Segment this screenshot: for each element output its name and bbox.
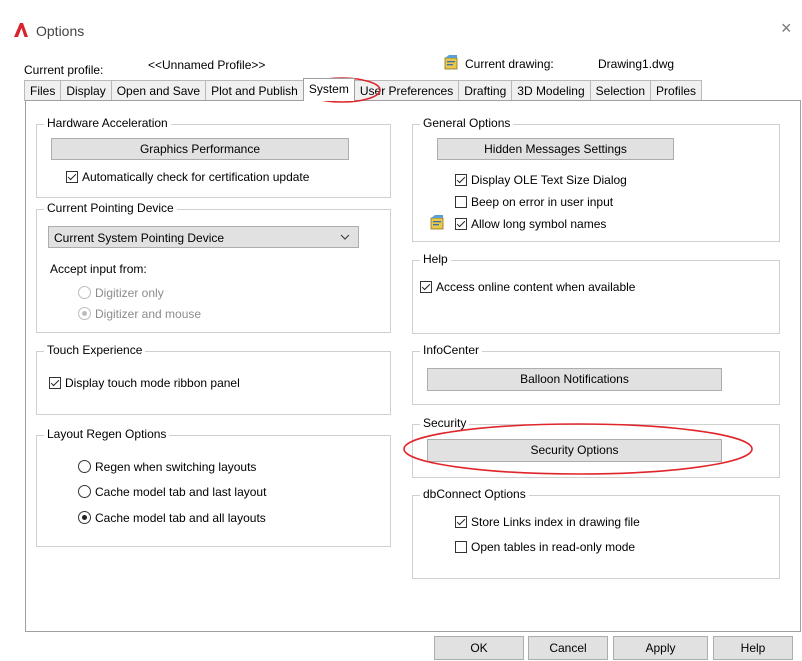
cache-all-layouts-radio[interactable] (78, 511, 91, 524)
auto-check-certification-label: Automatically check for certification up… (82, 170, 310, 184)
general-options-title: General Options (420, 116, 514, 130)
tab-plot-and-publish[interactable]: Plot and Publish (205, 80, 304, 101)
cache-last-layout-label: Cache model tab and last layout (95, 485, 267, 499)
close-icon[interactable]: × (781, 19, 792, 37)
hardware-acceleration-group (36, 124, 391, 198)
auto-check-certification-checkbox[interactable] (66, 171, 78, 183)
digitizer-and-mouse-label: Digitizer and mouse (95, 307, 202, 321)
touch-ribbon-label: Display touch mode ribbon panel (65, 376, 240, 390)
cache-all-layouts-label: Cache model tab and all layouts (95, 511, 266, 525)
tab-strip: Files Display Open and Save Plot and Pub… (24, 78, 703, 101)
security-options-button[interactable]: Security Options (427, 439, 722, 462)
regen-switching-label: Regen when switching layouts (95, 460, 257, 474)
tab-user-preferences[interactable]: User Preferences (353, 80, 460, 101)
long-symbol-names-label: Allow long symbol names (471, 217, 607, 231)
digitizer-only-label: Digitizer only (95, 286, 164, 300)
current-profile-label: Current profile: (24, 63, 104, 77)
pointing-device-title: Current Pointing Device (44, 201, 177, 215)
tab-display[interactable]: Display (60, 80, 112, 101)
tab-3d-modeling[interactable]: 3D Modeling (511, 80, 591, 101)
apply-button[interactable]: Apply (613, 636, 708, 660)
layout-regen-title: Layout Regen Options (44, 427, 170, 441)
read-only-tables-label: Open tables in read-only mode (471, 540, 636, 554)
tab-drafting[interactable]: Drafting (458, 80, 513, 101)
ok-button[interactable]: OK (434, 636, 524, 660)
cancel-button[interactable]: Cancel (528, 636, 608, 660)
drawing-file-icon (430, 215, 444, 230)
dbconnect-group (412, 495, 780, 579)
cache-last-layout-radio[interactable] (78, 485, 91, 498)
help-title: Help (420, 252, 451, 266)
store-links-checkbox[interactable] (455, 516, 467, 528)
hardware-acceleration-title: Hardware Acceleration (44, 116, 171, 130)
tab-selection[interactable]: Selection (589, 80, 652, 101)
help-button[interactable]: Help (713, 636, 793, 660)
display-ole-checkbox[interactable] (455, 174, 467, 186)
digitizer-and-mouse-radio[interactable] (78, 307, 91, 320)
touch-ribbon-checkbox[interactable] (49, 377, 61, 389)
online-content-checkbox[interactable] (420, 281, 432, 293)
drawing-file-icon (444, 55, 458, 70)
touch-experience-title: Touch Experience (44, 343, 146, 357)
current-drawing-label: Current drawing: (465, 57, 554, 71)
hidden-messages-button[interactable]: Hidden Messages Settings (437, 138, 674, 160)
regen-switching-radio[interactable] (78, 460, 91, 473)
digitizer-only-radio[interactable] (78, 286, 91, 299)
balloon-notifications-button[interactable]: Balloon Notifications (427, 368, 722, 391)
help-group (412, 260, 780, 334)
window-title: Options (36, 23, 85, 39)
title-bar (0, 0, 802, 50)
accept-input-label: Accept input from: (50, 262, 147, 276)
current-drawing-value: Drawing1.dwg (598, 57, 675, 71)
graphics-performance-button[interactable]: Graphics Performance (51, 138, 349, 160)
tab-open-and-save[interactable]: Open and Save (110, 80, 207, 101)
tab-system[interactable]: System (302, 78, 355, 101)
tab-files[interactable]: Files (24, 80, 62, 101)
display-ole-label: Display OLE Text Size Dialog (471, 173, 627, 187)
security-title: Security (420, 416, 470, 430)
beep-on-error-checkbox[interactable] (455, 196, 467, 208)
store-links-label: Store Links index in drawing file (471, 515, 640, 529)
long-symbol-names-checkbox[interactable] (455, 218, 467, 230)
pointing-device-select[interactable]: Current System Pointing Device (48, 226, 359, 248)
autocad-logo-icon (14, 23, 28, 37)
beep-on-error-label: Beep on error in user input (471, 195, 614, 209)
tab-profiles[interactable]: Profiles (650, 80, 703, 101)
pointing-device-selected-value: Current System Pointing Device (54, 231, 225, 245)
infocenter-title: InfoCenter (420, 343, 483, 357)
read-only-tables-checkbox[interactable] (455, 541, 467, 553)
chevron-down-icon (340, 234, 350, 240)
current-profile-value: <<Unnamed Profile>> (148, 58, 266, 72)
online-content-label: Access online content when available (436, 280, 636, 294)
dbconnect-title: dbConnect Options (420, 487, 529, 501)
